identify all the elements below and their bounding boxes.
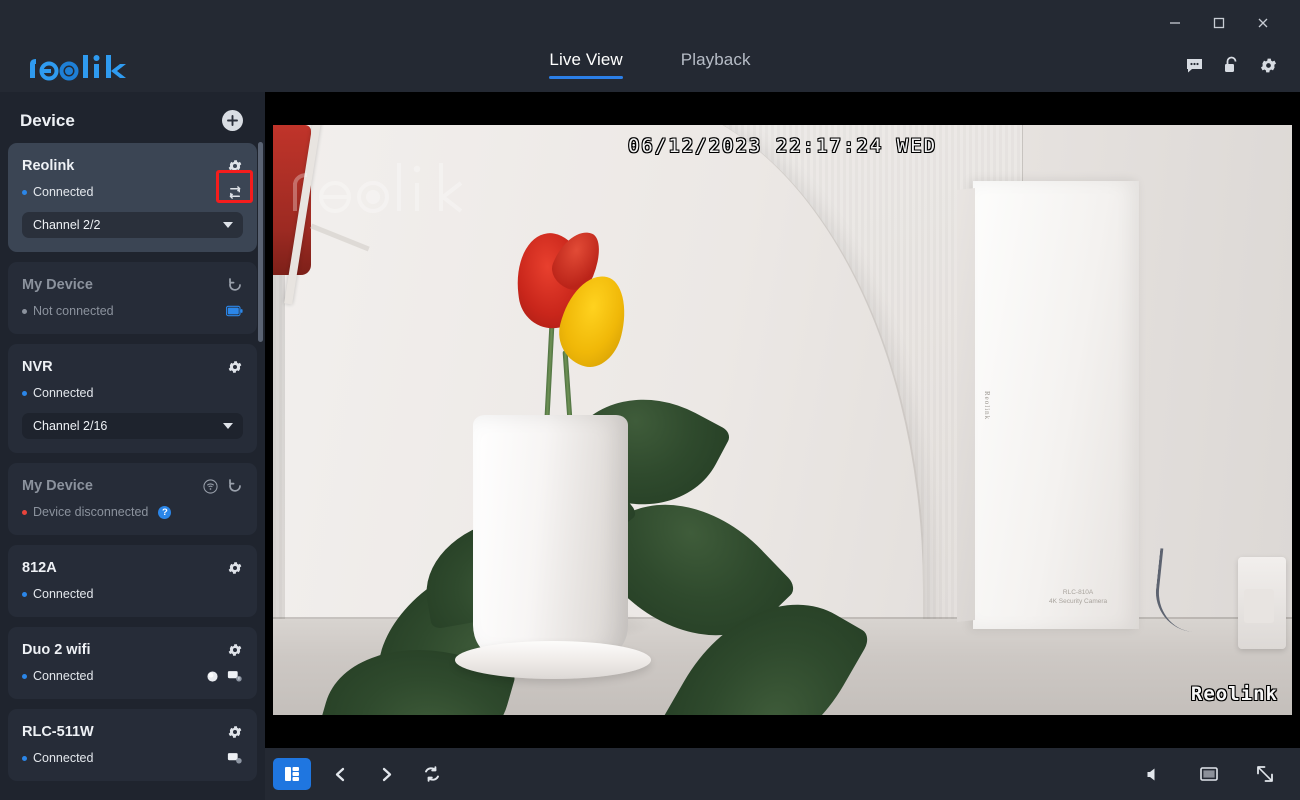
- add-device-icon[interactable]: [222, 110, 243, 131]
- video-stream[interactable]: Reolink RLC-810A 4K Security Camera 06/1…: [273, 125, 1292, 715]
- status-label: Connected: [33, 386, 94, 400]
- device-name: RLC-511W: [22, 724, 94, 740]
- status-dot: [22, 308, 27, 314]
- tab-live-view[interactable]: Live View: [549, 50, 624, 79]
- video-watermark-logo: [289, 159, 494, 220]
- status-dot: [22, 509, 27, 515]
- gear-icon[interactable]: [227, 158, 243, 174]
- previous-icon[interactable]: [323, 759, 357, 789]
- settings-gear-icon[interactable]: [1259, 56, 1278, 75]
- channel-label: Channel 2/2: [33, 218, 101, 232]
- device-card-my-device-1[interactable]: My Device Not connected: [8, 262, 257, 334]
- device-name: Duo 2 wifi: [22, 642, 91, 658]
- status-label: Connected: [33, 185, 94, 199]
- gear-icon[interactable]: [227, 724, 243, 740]
- minimize-icon[interactable]: [1160, 10, 1190, 36]
- device-card-reolink[interactable]: Reolink Connected Channel 2/2: [8, 143, 257, 252]
- status-label: Connected: [33, 751, 94, 765]
- device-sidebar: Device Reolink Connected Channel 2/2 My …: [0, 92, 265, 800]
- status-dot: [22, 189, 27, 195]
- device-name: My Device: [22, 277, 93, 293]
- maximize-icon[interactable]: [1204, 10, 1234, 36]
- device-name: NVR: [22, 359, 53, 375]
- scene-flower-pot: [473, 415, 628, 655]
- reolink-client-window: Live View Playback Device Reolink Connec…: [0, 0, 1300, 800]
- bottom-toolbar: [265, 748, 1300, 800]
- layout-icon[interactable]: [273, 758, 311, 790]
- header-icon-group: [1185, 56, 1278, 75]
- scene-product-box: Reolink RLC-810A 4K Security Camera: [973, 181, 1139, 629]
- channel-dropdown-reolink[interactable]: Channel 2/2: [22, 212, 243, 238]
- chevron-down-icon: [223, 423, 233, 429]
- device-status: Connected: [22, 669, 93, 683]
- device-list-header: Device: [0, 92, 265, 143]
- device-status: Connected: [22, 185, 93, 199]
- video-brand-osd: Reolink: [1190, 683, 1278, 705]
- status-label: Connected: [33, 587, 94, 601]
- device-status: Connected: [22, 386, 93, 400]
- message-icon[interactable]: [1185, 56, 1204, 75]
- scene-box-side-text: Reolink: [983, 391, 991, 421]
- gear-icon[interactable]: [227, 642, 243, 658]
- status-label: Device disconnected: [33, 505, 149, 519]
- scene-box-bottom-text: RLC-810A 4K Security Camera: [1049, 588, 1108, 606]
- refresh-icon[interactable]: [227, 277, 243, 293]
- main-tabs: Live View Playback: [0, 50, 1300, 79]
- device-name: 812A: [22, 560, 57, 576]
- gear-icon[interactable]: [227, 359, 243, 375]
- refresh-icon[interactable]: [415, 759, 449, 789]
- sync-icon[interactable]: [228, 185, 243, 200]
- device-status: Connected: [22, 587, 93, 601]
- status-dot: [22, 755, 27, 761]
- scene-plug-2: [1244, 589, 1274, 623]
- battery-icon: [226, 305, 243, 317]
- gear-icon[interactable]: [227, 560, 243, 576]
- device-status: Not connected: [22, 304, 114, 318]
- device-card-rlc-511w[interactable]: RLC-511W Connected: [8, 709, 257, 781]
- status-dot: [22, 591, 27, 597]
- volume-icon[interactable]: [1136, 759, 1170, 789]
- close-icon[interactable]: [1248, 10, 1278, 36]
- tab-playback[interactable]: Playback: [681, 50, 751, 79]
- chevron-down-icon: [223, 222, 233, 228]
- sidebar-scrollbar[interactable]: [258, 142, 263, 342]
- status-label: Not connected: [33, 304, 114, 318]
- device-status: Device disconnected ?: [22, 505, 172, 519]
- page-title: Device: [20, 110, 75, 130]
- camera-icon[interactable]: [227, 751, 243, 765]
- channel-label: Channel 2/16: [33, 419, 108, 433]
- lens-icon[interactable]: [205, 669, 220, 684]
- scene-pot-saucer: [455, 641, 651, 679]
- refresh-icon[interactable]: [227, 478, 243, 494]
- status-dot: [22, 390, 27, 396]
- fullscreen-icon[interactable]: [1248, 759, 1282, 789]
- title-bar: Live View Playback: [0, 0, 1300, 92]
- screenshot-icon[interactable]: [1192, 759, 1226, 789]
- live-view-video-area[interactable]: Reolink RLC-810A 4K Security Camera 06/1…: [265, 92, 1300, 748]
- bottom-toolbar-right: [1136, 759, 1282, 789]
- device-list: Reolink Connected Channel 2/2 My Device …: [0, 143, 265, 781]
- help-icon[interactable]: ?: [158, 505, 172, 519]
- device-card-812a[interactable]: 812A Connected: [8, 545, 257, 617]
- device-card-my-device-2[interactable]: My Device Device disconnected ?: [8, 463, 257, 535]
- next-icon[interactable]: [369, 759, 403, 789]
- video-timestamp: 06/12/2023 22:17:24 WED: [627, 135, 938, 157]
- wifi-icon[interactable]: [203, 478, 218, 494]
- bottom-toolbar-left: [273, 758, 449, 790]
- camera-icon[interactable]: [227, 669, 243, 683]
- device-name: Reolink: [22, 158, 75, 174]
- window-controls: [1160, 10, 1278, 36]
- status-dot: [22, 673, 27, 679]
- unlock-icon[interactable]: [1222, 56, 1241, 75]
- channel-dropdown-nvr[interactable]: Channel 2/16: [22, 413, 243, 439]
- device-card-nvr[interactable]: NVR Connected Channel 2/16: [8, 344, 257, 453]
- status-label: Connected: [33, 669, 94, 683]
- device-name: My Device: [22, 478, 93, 494]
- device-card-duo-2-wifi[interactable]: Duo 2 wifi Connected: [8, 627, 257, 699]
- device-status: Connected: [22, 751, 93, 765]
